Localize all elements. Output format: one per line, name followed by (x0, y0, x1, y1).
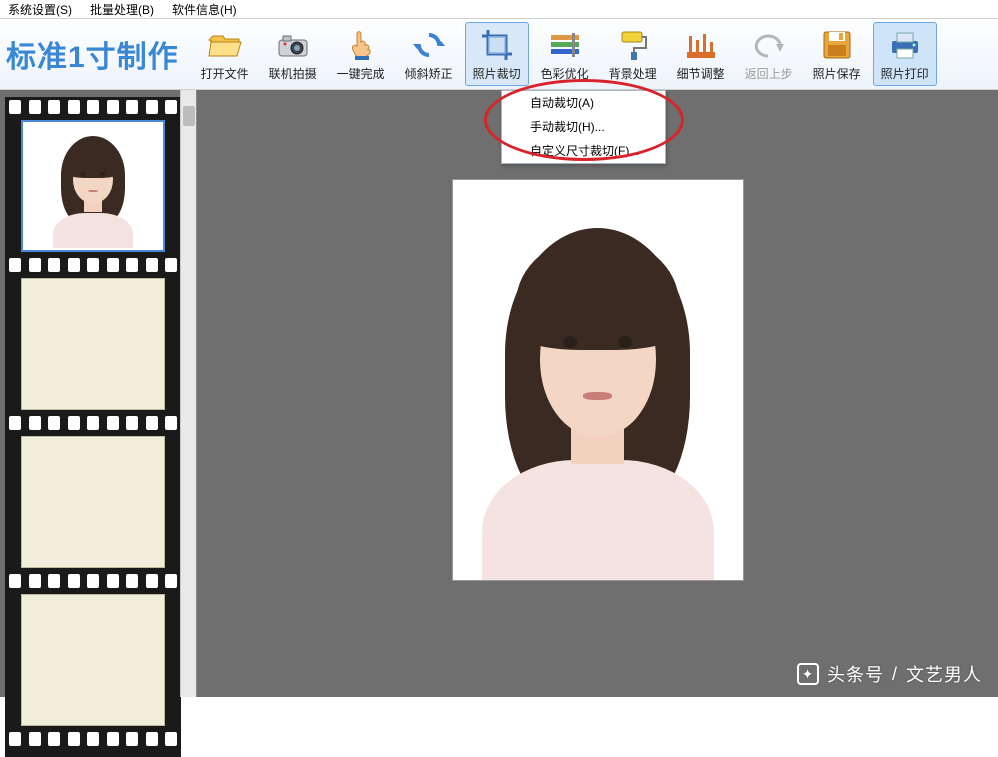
camera-icon (275, 27, 311, 63)
thumbnail-selected[interactable] (21, 120, 165, 252)
crop-custom-item[interactable]: 自定义尺寸裁切(F)... (502, 139, 665, 163)
workspace (0, 90, 998, 697)
thumbnail-empty[interactable] (21, 278, 165, 410)
rotate-arrows-icon (412, 27, 446, 63)
save-label: 照片保存 (813, 65, 861, 82)
open-file-button[interactable]: 打开文件 (193, 22, 257, 86)
photo-crop-label: 照片裁切 (473, 65, 521, 82)
menu-info[interactable]: 软件信息(H) (172, 1, 237, 18)
color-bars-icon (548, 27, 582, 63)
photo-crop-button[interactable]: 照片裁切 (465, 22, 529, 86)
crop-manual-item[interactable]: 手动裁切(H)... (502, 115, 665, 139)
camera-shoot-button[interactable]: 联机拍摄 (261, 22, 325, 86)
watermark-sep: / (892, 664, 898, 685)
color-optimize-label: 色彩优化 (541, 65, 589, 82)
filmstrip-column (5, 97, 181, 757)
save-button[interactable]: 照片保存 (805, 22, 869, 86)
toolbar: 标准1寸制作 打开文件 联机拍摄 一键完成 倾斜矫正 照片裁切 色彩优 (0, 18, 998, 90)
open-file-label: 打开文件 (201, 65, 249, 82)
sliders-icon (684, 27, 718, 63)
detail-adjust-label: 细节调整 (677, 65, 725, 82)
app-title: 标准1寸制作 (0, 32, 191, 76)
film-perforation (5, 571, 181, 591)
thumbnail-empty[interactable] (21, 436, 165, 568)
undo-label: 返回上步 (745, 65, 793, 82)
color-optimize-button[interactable]: 色彩优化 (533, 22, 597, 86)
film-perforation (5, 729, 181, 749)
watermark-prefix: 头条号 (827, 661, 884, 687)
filmstrip-panel (0, 90, 197, 697)
background-button[interactable]: 背景处理 (601, 22, 665, 86)
background-label: 背景处理 (609, 65, 657, 82)
film-perforation (5, 413, 181, 433)
crop-icon (480, 27, 514, 63)
watermark-name: 文艺男人 (906, 661, 982, 687)
folder-open-icon (207, 27, 243, 63)
detail-adjust-button[interactable]: 细节调整 (669, 22, 733, 86)
film-perforation (5, 255, 181, 275)
hand-click-icon (343, 27, 379, 63)
print-label: 照片打印 (881, 65, 929, 82)
camera-shoot-label: 联机拍摄 (269, 65, 317, 82)
undo-button[interactable]: 返回上步 (737, 22, 801, 86)
crop-dropdown-menu: 自动裁切(A) 手动裁切(H)... 自定义尺寸裁切(F)... (501, 90, 666, 164)
main-photo[interactable] (453, 180, 743, 580)
tilt-correct-button[interactable]: 倾斜矫正 (397, 22, 461, 86)
scrollbar-thumb[interactable] (183, 106, 195, 126)
watermark-icon: ✦ (797, 663, 819, 685)
canvas-area (197, 90, 998, 697)
tilt-correct-label: 倾斜矫正 (405, 65, 453, 82)
portrait-image (453, 180, 743, 580)
menu-sys[interactable]: 系统设置(S) (8, 1, 72, 18)
floppy-save-icon (821, 27, 853, 63)
one-key-button[interactable]: 一键完成 (329, 22, 393, 86)
printer-icon (888, 27, 922, 63)
undo-arrow-icon (752, 27, 786, 63)
menu-bar: 系统设置(S) 批量处理(B) 软件信息(H) (0, 0, 998, 18)
filmstrip-scrollbar[interactable] (180, 90, 196, 697)
paint-roller-icon (616, 27, 650, 63)
print-button[interactable]: 照片打印 (873, 22, 937, 86)
crop-auto-item[interactable]: 自动裁切(A) (502, 91, 665, 115)
thumbnail-photo (43, 124, 143, 248)
menu-batch[interactable]: 批量处理(B) (90, 1, 154, 18)
watermark: ✦ 头条号 / 文艺男人 (797, 661, 982, 687)
one-key-label: 一键完成 (337, 65, 385, 82)
thumbnail-empty[interactable] (21, 594, 165, 726)
film-perforation (5, 97, 181, 117)
